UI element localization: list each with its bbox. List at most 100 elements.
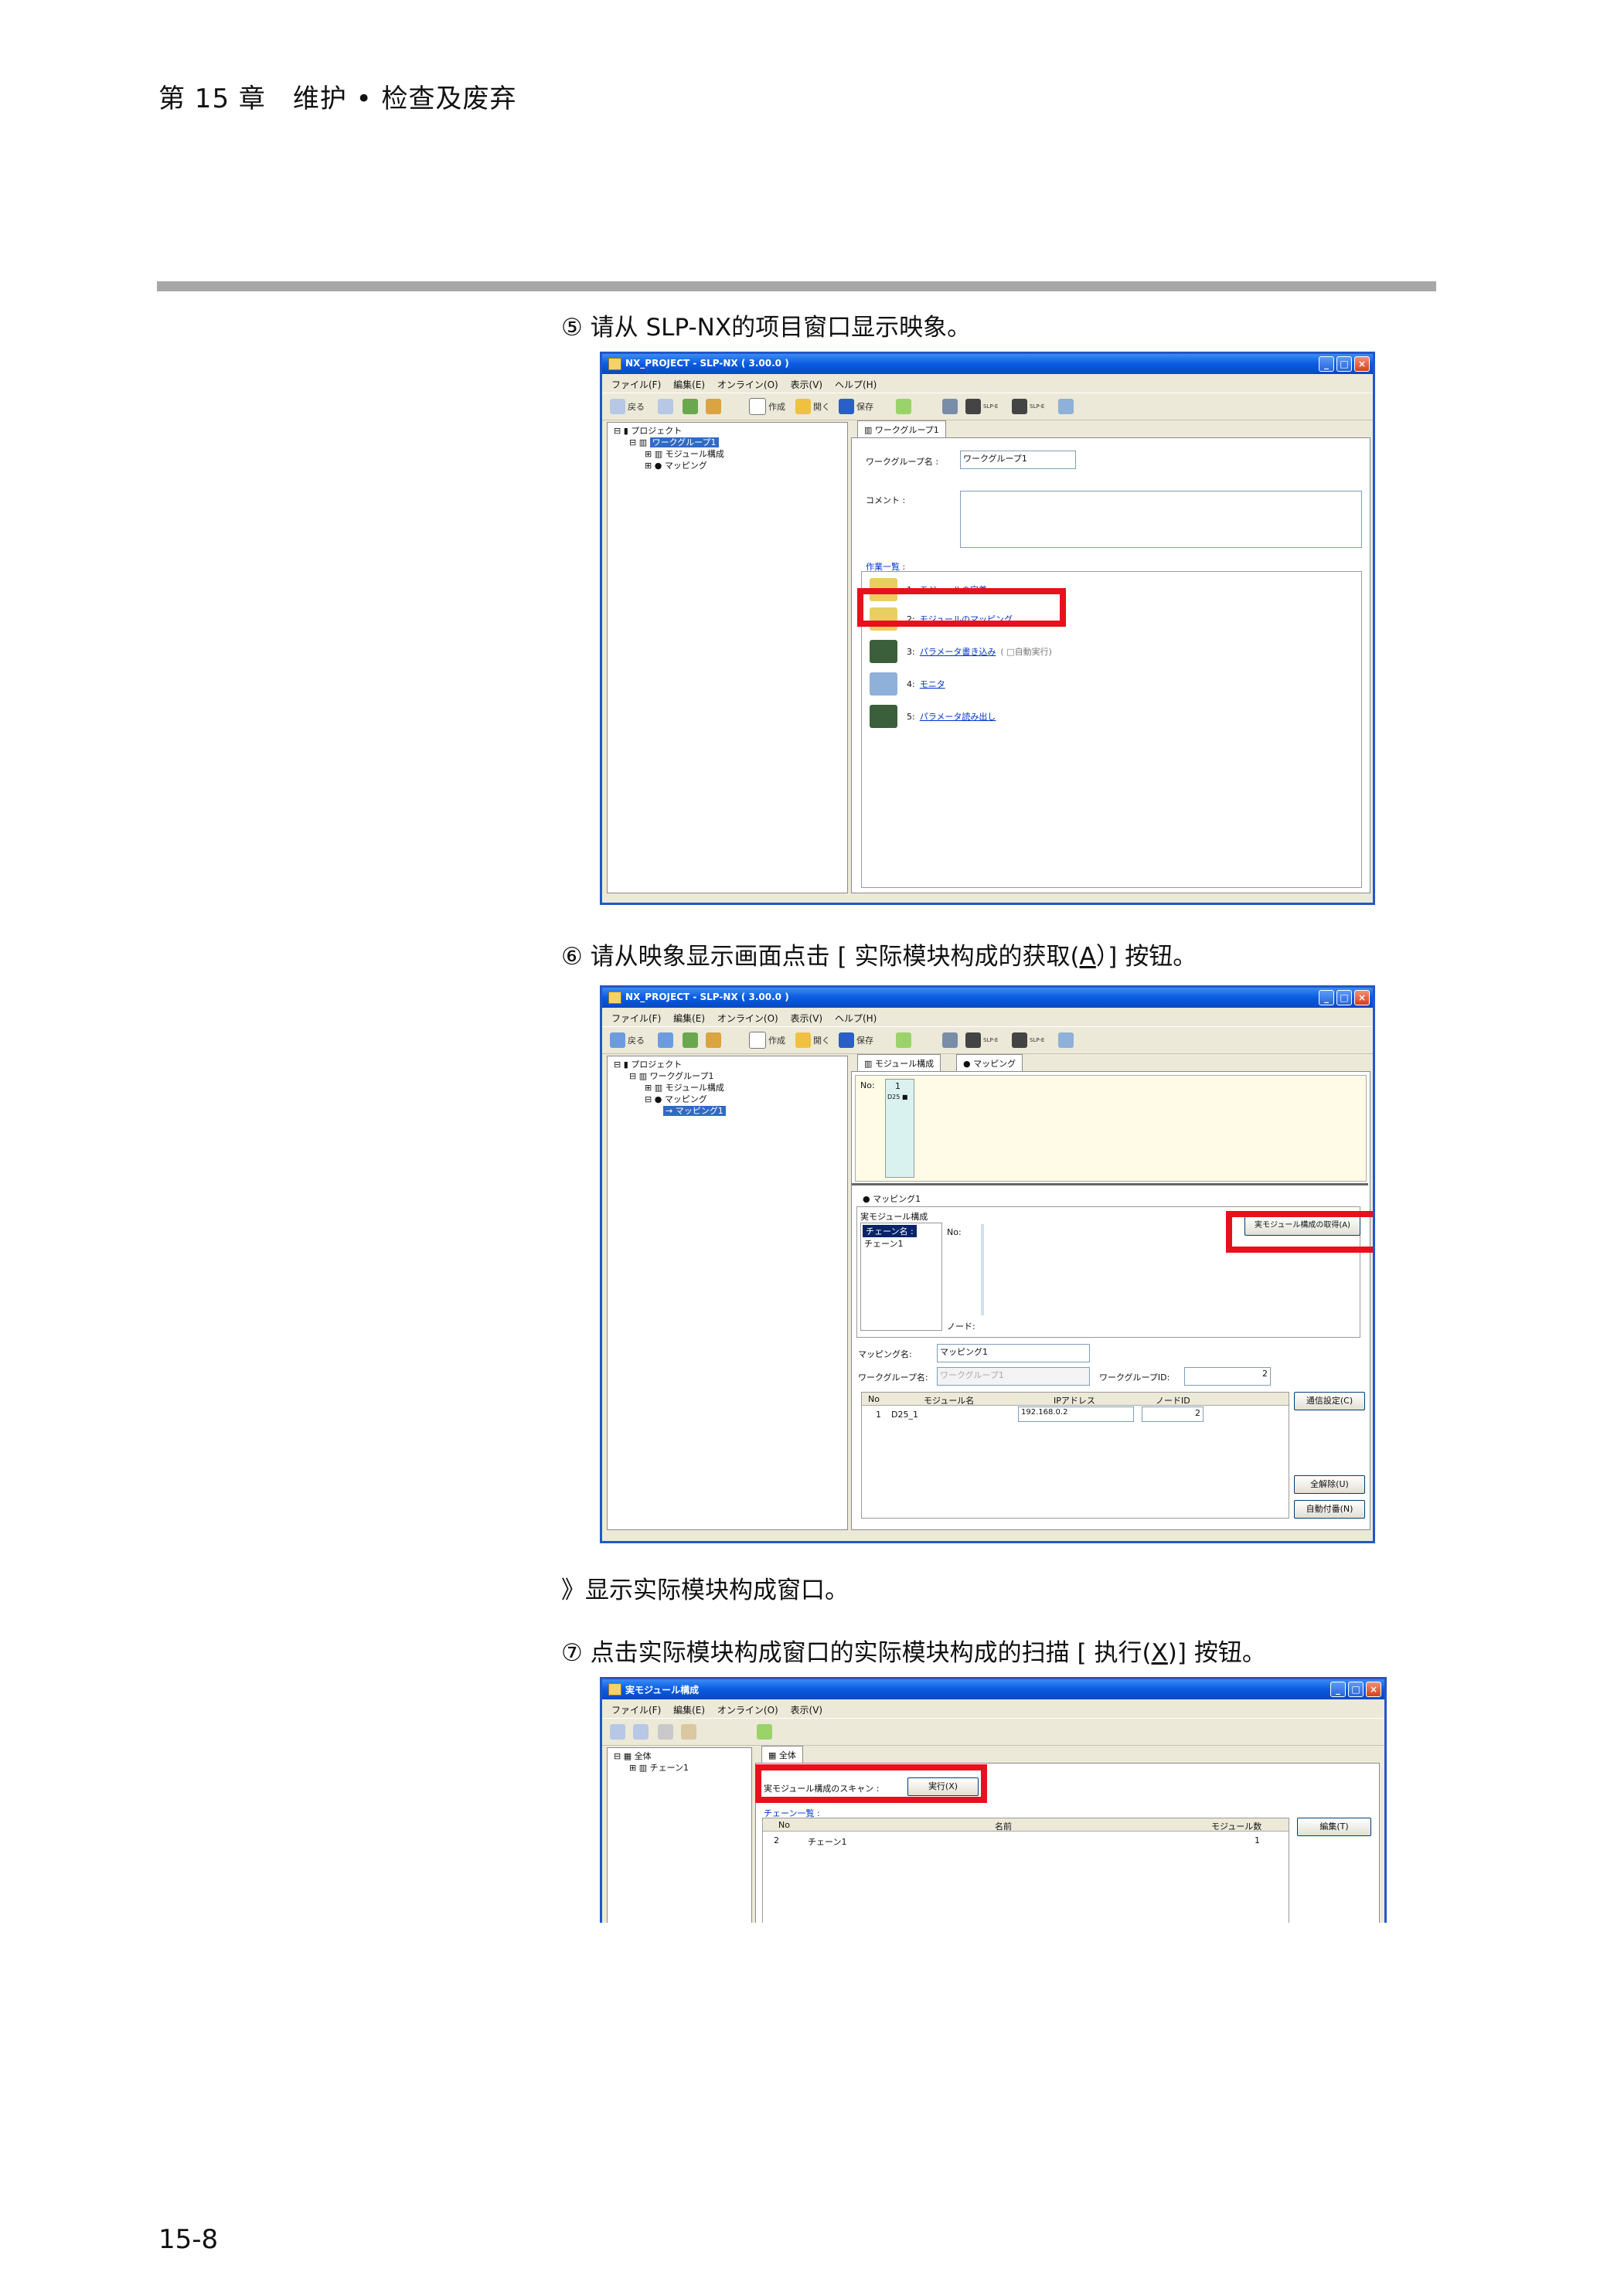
tree-item-chain1[interactable]: ⊞ ▥ チェーン1 (614, 1763, 689, 1774)
home-button[interactable] (681, 1723, 699, 1740)
tab-module-config[interactable]: ▥ モジュール構成 (857, 1054, 941, 1072)
back-button[interactable]: 戻る (610, 398, 645, 415)
workgroup-name-input[interactable]: ワークグループ1 (960, 451, 1076, 469)
minimize-button[interactable]: _ (1319, 990, 1334, 1005)
menu-file[interactable]: ファイル(F) (611, 1012, 661, 1025)
monitor-button[interactable] (1058, 398, 1076, 415)
forward-button[interactable] (658, 1032, 676, 1049)
subtab-mapping1[interactable]: ● マッピング1 (863, 1192, 921, 1205)
tree-item-mapping1[interactable]: → マッピング1 (614, 1106, 726, 1117)
create-button[interactable]: 作成 (749, 1032, 785, 1049)
menu-help[interactable]: ヘルプ(H) (835, 378, 877, 391)
minimize-button[interactable]: _ (1319, 356, 1334, 372)
module-column[interactable]: 1 D25 ■ (885, 1079, 914, 1178)
open-button[interactable]: 開く (795, 398, 830, 415)
open-folder-icon (795, 1032, 811, 1048)
tree-item-module[interactable]: ⊞ ▥ モジュール構成 (614, 449, 724, 461)
up-folder-button[interactable] (658, 1723, 676, 1740)
tree-item-workgroup[interactable]: ⊟ ▥ ワークグループ1 (614, 437, 724, 449)
module-table: No モジュール名 IPアドレス ノードID 1 D25_1 192.168.0… (861, 1392, 1289, 1519)
back-button[interactable] (610, 1723, 628, 1740)
col-no: No (778, 1820, 790, 1830)
tree-item-mapping[interactable]: ⊞ ● マッピング (614, 461, 724, 472)
forward-button[interactable] (633, 1723, 651, 1740)
project-tree-pane: ⊟ ▮ プロジェクト ⊟ ▥ ワークグループ1 ⊞ ▥ モジュール構成 ⊞ ● … (607, 422, 848, 893)
home-button[interactable] (706, 1032, 723, 1049)
download-button[interactable]: SLP-E (1012, 1032, 1044, 1049)
menu-view[interactable]: 表示(V) (791, 1703, 823, 1716)
maximize-button[interactable]: □ (1348, 1682, 1364, 1697)
monitor-button[interactable] (1058, 1032, 1076, 1049)
save-button[interactable]: 保存 (839, 398, 873, 415)
clear-all-button[interactable]: 全解除(U) (1294, 1475, 1365, 1494)
open-button[interactable]: 開く (795, 1032, 830, 1049)
back-arrow-icon (610, 399, 625, 414)
tree-item-module[interactable]: ⊞ ▥ モジュール構成 (614, 1083, 726, 1094)
chain-tree-pane: ⊟ ▦ 全体 ⊞ ▥ チェーン1 (607, 1747, 752, 1923)
up-folder-button[interactable] (683, 398, 700, 415)
close-button[interactable]: × (1354, 356, 1370, 372)
new-document-icon (749, 398, 766, 415)
task-item-5[interactable]: 5: パラメータ読み出し (870, 705, 996, 728)
tree-item-project[interactable]: ⊟ ▮ プロジェクト (614, 426, 724, 437)
tree-item-all[interactable]: ⊟ ▦ 全体 (614, 1751, 689, 1763)
tree-item-mapping[interactable]: ⊟ ● マッピング (614, 1094, 726, 1106)
forward-button[interactable] (658, 398, 676, 415)
highlight-execute-button (755, 1764, 987, 1803)
tree-item-project[interactable]: ⊟ ▮ プロジェクト (614, 1060, 726, 1071)
tree-item-workgroup[interactable]: ⊟ ▥ ワークグループ1 (614, 1071, 726, 1083)
chain-header[interactable]: チェーン名 : (863, 1225, 917, 1237)
comm-settings-button[interactable]: 通信設定(C) (1294, 1392, 1365, 1410)
menu-online[interactable]: オンライン(O) (717, 1703, 778, 1716)
menu-edit[interactable]: 編集(E) (673, 1012, 705, 1025)
auto-number-button[interactable]: 自動付番(N) (1294, 1500, 1365, 1519)
menu-online[interactable]: オンライン(O) (717, 378, 778, 391)
run-button[interactable] (896, 1032, 914, 1049)
tab-mapping[interactable]: ● マッピング (956, 1054, 1023, 1072)
tab-all[interactable]: ▦ 全体 (761, 1746, 803, 1764)
forward-arrow-icon (633, 1724, 649, 1740)
menu-edit[interactable]: 編集(E) (673, 1703, 705, 1716)
maximize-button[interactable]: □ (1336, 356, 1352, 372)
tab-workgroup[interactable]: ▥ ワークグループ1 (857, 420, 946, 438)
create-button[interactable]: 作成 (749, 398, 785, 415)
close-button[interactable]: × (1354, 990, 1370, 1005)
module-button[interactable] (942, 1032, 960, 1049)
menu-file[interactable]: ファイル(F) (611, 378, 661, 391)
splitter[interactable] (852, 1183, 1368, 1185)
parameter-read-icon (870, 705, 897, 728)
module-button[interactable] (942, 398, 960, 415)
run-button[interactable] (896, 398, 914, 415)
edit-button[interactable]: 編集(T) (1297, 1818, 1371, 1836)
menu-online[interactable]: オンライン(O) (717, 1012, 778, 1025)
download-button[interactable]: SLP-E (1012, 398, 1044, 415)
node-scroll[interactable] (981, 1224, 984, 1315)
task-item-3[interactable]: 3: パラメータ書き込み( □自動実行) (870, 640, 1052, 663)
save-button[interactable]: 保存 (839, 1032, 873, 1049)
minimize-button[interactable]: _ (1330, 1682, 1346, 1697)
upload-button[interactable]: SLP-E (965, 398, 998, 415)
menu-help[interactable]: ヘルプ(H) (835, 1012, 877, 1025)
mapping-window: NX_PROJECT - SLP-NX ( 3.00.0 ) _ □ × ファイ… (600, 985, 1375, 1543)
close-button[interactable]: × (1366, 1682, 1381, 1697)
maximize-button[interactable]: □ (1336, 990, 1352, 1005)
back-arrow-icon (610, 1724, 625, 1740)
upload-button[interactable]: SLP-E (965, 1032, 998, 1049)
run-button[interactable] (757, 1723, 775, 1740)
chain-item[interactable]: チェーン1 (864, 1237, 903, 1250)
mapping-name-label: マッピング名: (858, 1349, 912, 1359)
comment-input[interactable] (960, 491, 1362, 548)
mapping-name-input[interactable]: マッピング1 (937, 1344, 1090, 1362)
up-folder-button[interactable] (683, 1032, 700, 1049)
menu-view[interactable]: 表示(V) (791, 378, 823, 391)
folder-up-icon (658, 1724, 673, 1740)
task-item-4[interactable]: 4: モニタ (870, 672, 945, 696)
back-button[interactable]: 戻る (610, 1032, 645, 1049)
menu-edit[interactable]: 編集(E) (673, 378, 705, 391)
menu-file[interactable]: ファイル(F) (611, 1703, 661, 1716)
green-arrow-icon (757, 1724, 772, 1740)
home-button[interactable] (706, 398, 723, 415)
window-title: NX_PROJECT - SLP-NX ( 3.00.0 ) (625, 358, 789, 369)
menu-view[interactable]: 表示(V) (791, 1012, 823, 1025)
highlight-acquire-button (1226, 1211, 1373, 1253)
